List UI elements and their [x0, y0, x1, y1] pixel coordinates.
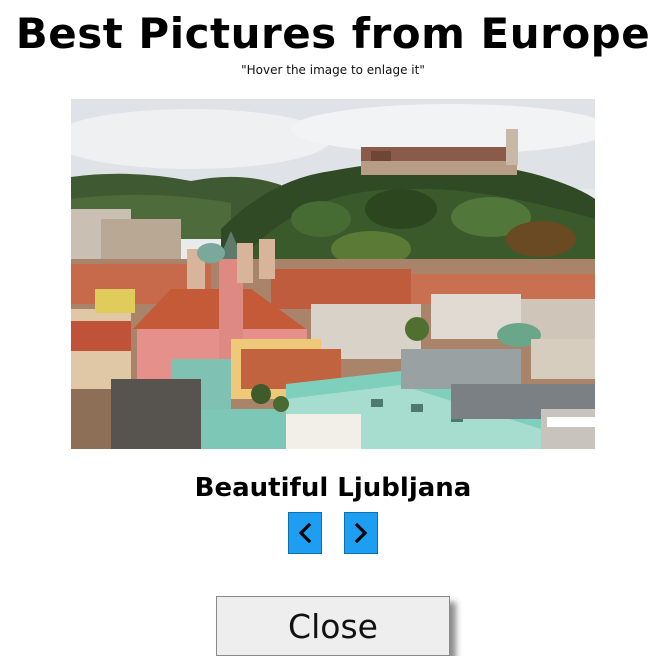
previous-button[interactable]: [288, 512, 322, 554]
chevron-right-icon: [354, 523, 368, 543]
ljubljana-photo: [71, 99, 595, 449]
chevron-left-icon: [298, 523, 312, 543]
gallery-image[interactable]: [71, 99, 595, 449]
image-caption: Beautiful Ljubljana: [194, 473, 472, 503]
close-button[interactable]: Close: [216, 596, 450, 656]
page-title: Best Pictures from Europe: [15, 9, 650, 58]
page-subtitle: "Hover the image to enlage it": [241, 63, 425, 77]
next-button[interactable]: [344, 512, 378, 554]
